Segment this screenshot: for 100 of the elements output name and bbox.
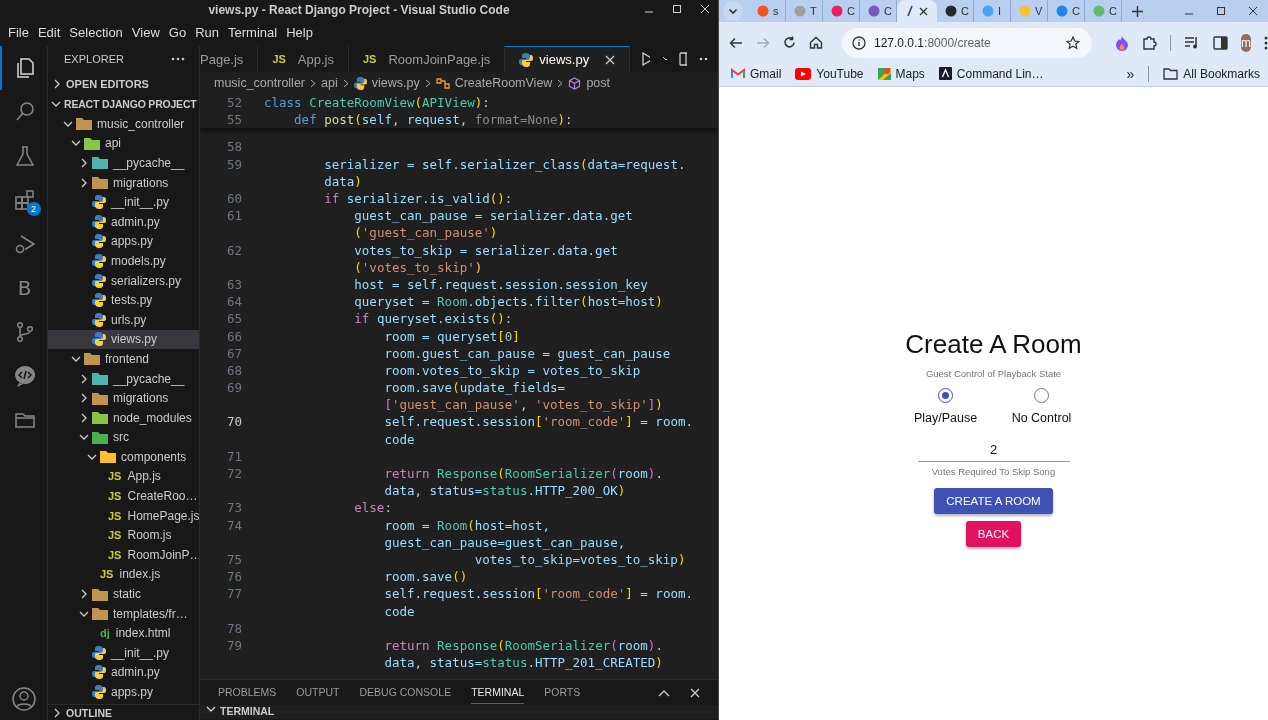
- file-name[interactable]: index.js: [119, 567, 161, 582]
- menu-item[interactable]: Terminal: [224, 23, 282, 42]
- file-name[interactable]: __init__.py: [111, 195, 170, 210]
- file-name[interactable]: CreateRoo…: [127, 489, 198, 504]
- breadcrumb[interactable]: music_controller: [214, 76, 305, 90]
- section-header[interactable]: REACT DJANGO PROJECT: [64, 98, 197, 110]
- chevron-icon[interactable]: [52, 707, 62, 718]
- folder-name[interactable]: migrations: [113, 175, 169, 190]
- panel-tab[interactable]: DEBUG CONSOLE: [359, 681, 452, 704]
- file-name[interactable]: serializers.py: [111, 273, 182, 288]
- folder-name[interactable]: __pycache__: [113, 156, 185, 170]
- bookmark[interactable]: Command Lin…: [938, 66, 1044, 81]
- folder-name[interactable]: static: [113, 587, 141, 602]
- section-header[interactable]: OPEN EDITORS: [66, 78, 149, 90]
- profile-avatar[interactable]: m: [1241, 33, 1251, 52]
- section-header[interactable]: OUTLINE: [66, 706, 113, 719]
- votes-field[interactable]: 2: [917, 434, 1070, 462]
- chevron-icon[interactable]: [79, 373, 89, 384]
- file-name[interactable]: models.py: [111, 253, 166, 268]
- run-icon[interactable]: [642, 52, 650, 66]
- file-name[interactable]: RoomJoinP…: [127, 547, 199, 562]
- more-bookmarks-button[interactable]: »: [1126, 65, 1135, 82]
- editor-tab[interactable]: views.py: [505, 46, 631, 72]
- file-name[interactable]: views.py: [111, 332, 157, 347]
- panel-tab[interactable]: PORTS: [544, 681, 581, 704]
- editor-tab[interactable]: Page.js: [200, 46, 259, 72]
- radio-label[interactable]: Play/Pause: [913, 411, 978, 425]
- file-name[interactable]: apps.py: [111, 234, 154, 249]
- radio-label[interactable]: No Control: [1011, 411, 1072, 425]
- panel-tab[interactable]: PROBLEMS: [218, 681, 277, 704]
- folder-name[interactable]: music_controller: [97, 116, 185, 131]
- chat-icon[interactable]: [12, 364, 37, 388]
- section-header[interactable]: TERMINAL: [220, 705, 275, 717]
- file-name[interactable]: index.html: [115, 626, 171, 641]
- chevron-icon[interactable]: [79, 412, 89, 423]
- star-icon[interactable]: [1066, 35, 1080, 50]
- bookmark[interactable]: Gmail: [731, 66, 782, 81]
- file-name[interactable]: __init__.py: [111, 645, 170, 660]
- maximize-panel-icon[interactable]: [658, 688, 670, 697]
- create-room-button[interactable]: CREATE A ROOM: [934, 488, 1053, 514]
- flame-icon[interactable]: [1115, 34, 1129, 51]
- media-icon[interactable]: [1184, 36, 1200, 49]
- puzzle-icon[interactable]: [1142, 35, 1157, 50]
- folder-name[interactable]: node_modules: [113, 410, 192, 425]
- breadcrumb[interactable]: post: [586, 76, 610, 90]
- back-icon[interactable]: [729, 36, 743, 49]
- folder-name[interactable]: src: [113, 430, 129, 445]
- menu-item[interactable]: File: [4, 23, 33, 42]
- folder-name[interactable]: templates/fr…: [113, 606, 188, 621]
- home-icon[interactable]: [809, 36, 823, 49]
- panel-tab[interactable]: OUTPUT: [296, 681, 340, 704]
- tab-search-button[interactable]: [723, 1, 743, 21]
- menu-item[interactable]: Go: [164, 23, 191, 42]
- close-icon[interactable]: [919, 6, 928, 16]
- file-name[interactable]: apps.py: [111, 685, 154, 699]
- file-name[interactable]: urls.py: [111, 312, 147, 327]
- file-name[interactable]: HomePage.js: [127, 508, 199, 523]
- maximize-icon[interactable]: [1216, 6, 1226, 16]
- address-bar[interactable]: 127.0.0.1:8000/create: [842, 27, 1092, 58]
- side-panel-icon[interactable]: [1213, 35, 1228, 50]
- back-button[interactable]: BACK: [965, 521, 1022, 547]
- menu-item[interactable]: Help: [282, 23, 317, 42]
- selected-tree-row[interactable]: views.py: [48, 329, 199, 350]
- folder-name[interactable]: frontend: [105, 351, 150, 366]
- bookmark[interactable]: Maps: [877, 66, 925, 81]
- chevron-icon[interactable]: [52, 79, 62, 89]
- extensions-icon[interactable]: [12, 188, 37, 212]
- chevron-icon[interactable]: [79, 393, 89, 404]
- folder-name[interactable]: components: [121, 449, 187, 464]
- split-editor-icon[interactable]: [678, 52, 688, 66]
- chevron-icon[interactable]: [79, 158, 89, 168]
- folder-name[interactable]: api: [105, 136, 121, 151]
- caret-icon[interactable]: [661, 56, 667, 62]
- panel-tab[interactable]: TERMINAL: [471, 681, 525, 704]
- file-name[interactable]: tests.py: [111, 293, 153, 308]
- close-icon[interactable]: [1248, 6, 1258, 16]
- reload-icon[interactable]: [783, 36, 796, 49]
- folder-name[interactable]: __pycache__: [113, 371, 185, 386]
- more-icon[interactable]: [699, 57, 708, 61]
- extension-letter-icon[interactable]: B: [17, 276, 32, 300]
- menu-item[interactable]: Run: [191, 23, 223, 42]
- breadcrumb[interactable]: api: [321, 76, 338, 90]
- browser-tab[interactable]: [897, 0, 937, 22]
- menu-item[interactable]: View: [127, 23, 164, 42]
- file-name[interactable]: Room.js: [127, 528, 172, 543]
- chevron-icon[interactable]: [79, 177, 89, 188]
- breadcrumb[interactable]: CreateRoomView: [454, 76, 553, 90]
- info-icon[interactable]: [852, 35, 866, 50]
- file-name[interactable]: admin.py: [111, 214, 160, 229]
- chevron-icon[interactable]: [51, 99, 61, 109]
- chevron-icon[interactable]: [206, 705, 216, 713]
- file-name[interactable]: admin.py: [111, 665, 160, 680]
- bookmark[interactable]: YouTube: [795, 66, 864, 81]
- folder-name[interactable]: migrations: [113, 391, 169, 406]
- file-name[interactable]: App.js: [127, 469, 161, 484]
- editor-tab[interactable]: JS App.js: [258, 46, 349, 72]
- account-icon[interactable]: [10, 686, 37, 712]
- more-icon[interactable]: [171, 57, 185, 61]
- menu-icon[interactable]: [1264, 35, 1268, 50]
- breadcrumb[interactable]: views.py: [371, 76, 420, 90]
